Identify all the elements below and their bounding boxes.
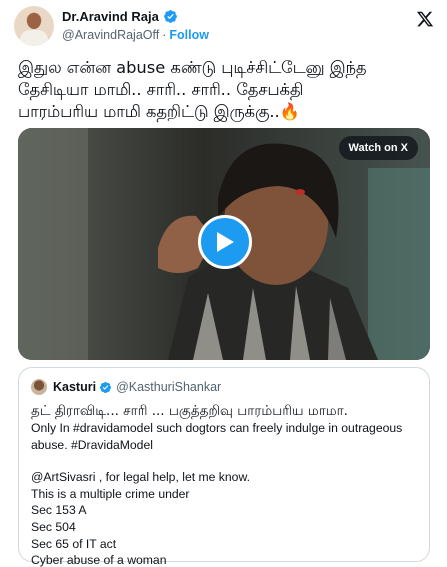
quoted-text-line: abuse. #DravidaModel [31,437,153,452]
quoted-author-avatar[interactable] [31,379,47,395]
quoted-tweet-body: Only In #dravidamodel such dogtors can f… [31,420,417,567]
quoted-text-line: Sec 504 [31,519,76,534]
author-avatar[interactable] [14,6,54,46]
author-handle[interactable]: @AravindRajaOff [62,28,159,42]
quoted-text-line: @ArtSivasri , for legal help, let me kno… [31,470,250,485]
x-logo-icon[interactable] [416,10,434,28]
author-display-name[interactable]: Dr.Aravind Raja [62,9,159,24]
quoted-author-name[interactable]: Kasturi [53,380,96,394]
quoted-text-line: Cyber abuse of a woman [31,553,167,567]
quoted-text-line: Only In #dravidamodel such dogtors can f… [31,421,403,435]
verified-badge-icon [163,10,177,23]
tweet-text-line: பாரம்பரிய மாமி கதறிட்டு இருக்கு..🔥 [18,102,300,121]
follow-button[interactable]: Follow [169,28,209,42]
play-icon [217,232,234,252]
avatar-face [27,13,41,29]
quoted-author-handle[interactable]: @KasthuriShankar [116,380,221,394]
separator-dot: · [162,28,167,42]
avatar-shirt [20,30,48,46]
play-button[interactable] [198,215,252,269]
author-handle-row: @AravindRajaOff · Follow [62,28,209,42]
tweet-text-line: இதுல என்ன abuse கண்டு புடிச்சிட்டேனு இந்… [18,58,367,77]
video-player[interactable]: Watch on X [18,128,430,360]
tweet-text-line: தேசிடியா மாமி.. சாரி.. சாரி.. தேசபக்தி [18,80,304,99]
tweet-header: Dr.Aravind Raja @AravindRajaOff · Follow [14,6,434,46]
quoted-tweet-tamil-line: தட் திராவிடி... சாரி ... பகுத்தறிவு பாரம… [31,403,348,419]
tweet-text: இதுல என்ன abuse கண்டு புடிச்சிட்டேனு இந்… [18,57,428,123]
quoted-tweet[interactable]: Kasturi @KasthuriShankar தட் திராவிடி...… [18,367,430,567]
quoted-text-line: Sec 65 of IT act [31,536,117,551]
author-name-row: Dr.Aravind Raja [62,9,178,24]
quoted-text-line: This is a multiple crime under [31,486,190,501]
quoted-tweet-header: Kasturi @KasthuriShankar [31,378,417,396]
watch-on-x-button[interactable]: Watch on X [338,136,418,160]
quoted-text-line: Sec 153 A [31,503,87,518]
verified-badge-icon [100,381,112,393]
